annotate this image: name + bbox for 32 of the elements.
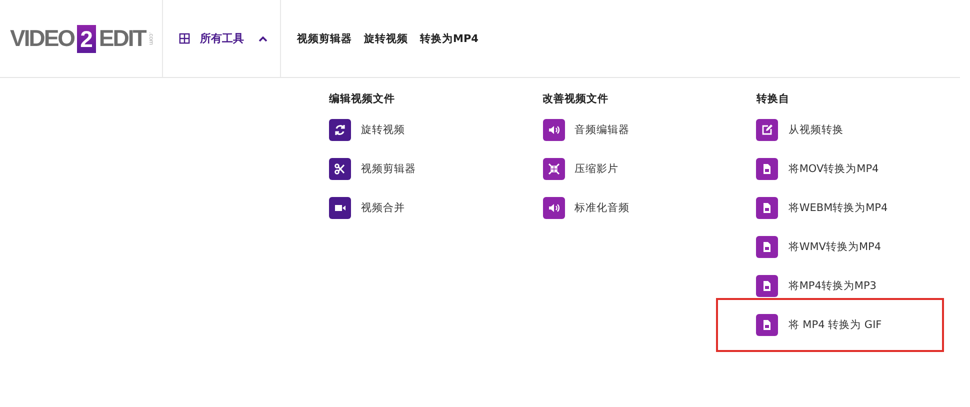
menu-item[interactable]: 将MOV转换为MP4 [756, 158, 879, 180]
speaker-icon [542, 197, 565, 219]
menu-item[interactable]: 视频剪辑器 [329, 158, 416, 180]
nav-link[interactable]: 视频剪辑器 [297, 32, 352, 46]
menu-item[interactable]: 将 MP4 转换为 GIF [718, 300, 942, 350]
menu-item[interactable]: 音频编辑器 [542, 119, 630, 141]
grid-icon [179, 33, 190, 44]
scissors-icon [329, 158, 351, 180]
column-heading: 编辑视频文件 [329, 92, 395, 107]
file-icon [756, 314, 778, 336]
file-icon [756, 236, 778, 258]
menu-item[interactable]: 将WEBM转换为MP4 [756, 197, 888, 219]
all-tools-menu-button[interactable]: 所有工具 [177, 29, 270, 48]
menu-item[interactable]: 从视频转换 [756, 119, 844, 141]
nav-link[interactable]: 转换为MP4 [420, 32, 478, 46]
menu-item[interactable]: 将WMV转换为MP4 [756, 236, 882, 258]
menu-item[interactable]: 压缩影片 [542, 158, 619, 180]
video-camera-icon [329, 197, 351, 219]
column-heading: 改善视频文件 [542, 92, 609, 107]
column-heading: 转换自 [756, 92, 790, 107]
nav-link[interactable]: 旋转视频 [364, 32, 408, 46]
rotate-icon [329, 119, 351, 141]
menu-item[interactable]: 将MP4转换为MP3 [756, 275, 876, 297]
edit-icon [756, 119, 778, 141]
menu-item[interactable]: 标准化音频 [542, 197, 630, 219]
file-icon [756, 158, 778, 180]
speaker-icon [542, 119, 565, 141]
menu-item[interactable]: 旋转视频 [329, 119, 405, 141]
compress-icon [542, 158, 565, 180]
file-icon [756, 197, 778, 219]
file-icon [756, 275, 778, 297]
menu-item[interactable]: 视频合并 [329, 197, 405, 219]
